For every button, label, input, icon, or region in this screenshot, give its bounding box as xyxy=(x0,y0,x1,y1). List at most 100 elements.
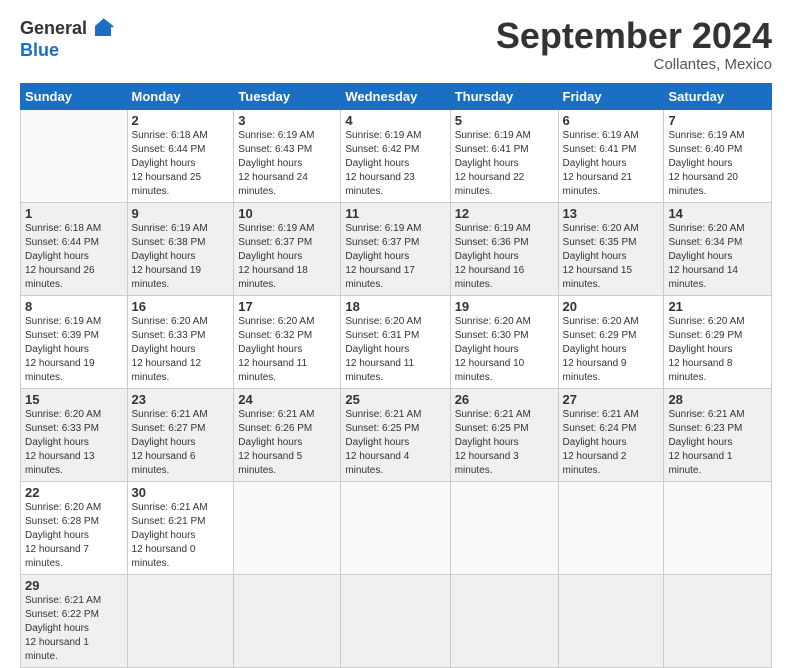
logo-icon xyxy=(91,16,115,40)
day-info: Sunrise: 6:21 AMSunset: 6:25 PMDaylight … xyxy=(345,409,421,476)
day-number: 22 xyxy=(25,485,123,500)
table-cell: 20Sunrise: 6:20 AMSunset: 6:29 PMDayligh… xyxy=(558,295,664,388)
table-cell xyxy=(234,481,341,574)
day-info: Sunrise: 6:21 AMSunset: 6:21 PMDaylight … xyxy=(132,502,208,569)
day-number: 16 xyxy=(132,299,230,314)
day-number: 18 xyxy=(345,299,445,314)
day-number: 8 xyxy=(25,299,123,314)
day-number: 2 xyxy=(132,113,230,128)
table-cell: 5 Sunrise: 6:19 AMSunset: 6:41 PMDaylight… xyxy=(450,109,558,202)
table-cell: 15 Sunrise: 6:20 AMSunset: 6:33 PMDayligh… xyxy=(21,388,128,481)
table-cell: 30 Sunrise: 6:21 AMSunset: 6:21 PMDayligh… xyxy=(127,481,234,574)
table-cell xyxy=(558,574,664,667)
day-info: Sunrise: 6:19 AMSunset: 6:36 PMDaylight … xyxy=(455,223,531,290)
table-cell xyxy=(341,574,450,667)
table-cell: 24 Sunrise: 6:21 AMSunset: 6:26 PMDayligh… xyxy=(234,388,341,481)
table-cell: 18 Sunrise: 6:20 AMSunset: 6:31 PMDayligh… xyxy=(341,295,450,388)
day-info: Sunrise: 6:19 AMSunset: 6:37 PMDaylight … xyxy=(345,223,421,290)
table-cell xyxy=(234,574,341,667)
day-info: Sunrise: 6:21 AMSunset: 6:26 PMDaylight … xyxy=(238,409,314,476)
table-cell: 19 Sunrise: 6:20 AMSunset: 6:30 PMDayligh… xyxy=(450,295,558,388)
col-tuesday: Tuesday xyxy=(234,83,341,109)
day-number: 30 xyxy=(132,485,230,500)
col-sunday: Sunday xyxy=(21,83,128,109)
table-cell xyxy=(21,109,128,202)
day-info: Sunrise: 6:20 AMSunset: 6:33 PMDaylight … xyxy=(25,409,101,476)
month-title: September 2024 xyxy=(496,16,772,56)
day-number: 29 xyxy=(25,578,123,593)
subtitle: Collantes, Mexico xyxy=(496,56,772,73)
day-info: Sunrise: 6:20 AMSunset: 6:31 PMDaylight … xyxy=(345,316,421,383)
table-cell: 28 Sunrise: 6:21 AMSunset: 6:23 PMDayligh… xyxy=(664,388,772,481)
calendar: Sunday Monday Tuesday Wednesday Thursday… xyxy=(20,83,772,668)
day-number: 17 xyxy=(238,299,336,314)
day-number: 11 xyxy=(345,206,445,221)
day-number: 4 xyxy=(345,113,445,128)
table-cell xyxy=(341,481,450,574)
col-thursday: Thursday xyxy=(450,83,558,109)
day-info: Sunrise: 6:20 AMSunset: 6:35 PMDaylight … xyxy=(563,223,639,290)
day-number: 27 xyxy=(563,392,660,407)
table-cell: 21Sunrise: 6:20 AMSunset: 6:29 PMDayligh… xyxy=(664,295,772,388)
day-info: Sunrise: 6:20 AMSunset: 6:28 PMDaylight … xyxy=(25,502,101,569)
table-cell xyxy=(127,574,234,667)
day-info: Sunrise: 6:19 AMSunset: 6:41 PMDaylight … xyxy=(563,130,639,197)
day-number: 6 xyxy=(563,113,660,128)
table-cell: 16Sunrise: 6:20 AMSunset: 6:33 PMDayligh… xyxy=(127,295,234,388)
table-cell xyxy=(450,481,558,574)
table-cell xyxy=(558,481,664,574)
day-number: 3 xyxy=(238,113,336,128)
table-cell: 14Sunrise: 6:20 AMSunset: 6:34 PMDayligh… xyxy=(664,202,772,295)
col-friday: Friday xyxy=(558,83,664,109)
day-number: 10 xyxy=(238,206,336,221)
logo-general: General xyxy=(20,18,87,39)
day-info: Sunrise: 6:21 AMSunset: 6:25 PMDaylight … xyxy=(455,409,531,476)
day-number: 7 xyxy=(668,113,767,128)
day-info: Sunrise: 6:19 AMSunset: 6:38 PMDaylight … xyxy=(132,223,208,290)
day-info: Sunrise: 6:20 AMSunset: 6:29 PMDaylight … xyxy=(563,316,639,383)
table-cell: 13Sunrise: 6:20 AMSunset: 6:35 PMDayligh… xyxy=(558,202,664,295)
table-cell: 8Sunrise: 6:19 AMSunset: 6:39 PMDaylight… xyxy=(21,295,128,388)
table-cell: 1 Sunrise: 6:18 AMSunset: 6:44 PMDaylight… xyxy=(21,202,128,295)
day-number: 25 xyxy=(345,392,445,407)
table-cell: 27Sunrise: 6:21 AMSunset: 6:24 PMDayligh… xyxy=(558,388,664,481)
day-info: Sunrise: 6:19 AMSunset: 6:37 PMDaylight … xyxy=(238,223,314,290)
table-cell: 10 Sunrise: 6:19 AMSunset: 6:37 PMDayligh… xyxy=(234,202,341,295)
table-cell: 11 Sunrise: 6:19 AMSunset: 6:37 PMDayligh… xyxy=(341,202,450,295)
day-number: 1 xyxy=(25,206,123,221)
table-cell: 4Sunrise: 6:19 AMSunset: 6:42 PMDaylight… xyxy=(341,109,450,202)
day-number: 24 xyxy=(238,392,336,407)
logo-blue: Blue xyxy=(20,40,59,61)
day-info: Sunrise: 6:19 AMSunset: 6:41 PMDaylight … xyxy=(455,130,531,197)
day-info: Sunrise: 6:19 AMSunset: 6:43 PMDaylight … xyxy=(238,130,314,197)
day-info: Sunrise: 6:20 AMSunset: 6:30 PMDaylight … xyxy=(455,316,531,383)
day-info: Sunrise: 6:20 AMSunset: 6:32 PMDaylight … xyxy=(238,316,314,383)
col-monday: Monday xyxy=(127,83,234,109)
table-cell: 3 Sunrise: 6:19 AMSunset: 6:43 PMDaylight… xyxy=(234,109,341,202)
day-number: 5 xyxy=(455,113,554,128)
table-cell: 7 Sunrise: 6:19 AMSunset: 6:40 PMDaylight… xyxy=(664,109,772,202)
day-info: Sunrise: 6:18 AMSunset: 6:44 PMDaylight … xyxy=(132,130,208,197)
day-number: 15 xyxy=(25,392,123,407)
col-wednesday: Wednesday xyxy=(341,83,450,109)
table-cell: 17 Sunrise: 6:20 AMSunset: 6:32 PMDayligh… xyxy=(234,295,341,388)
day-info: Sunrise: 6:21 AMSunset: 6:27 PMDaylight … xyxy=(132,409,208,476)
table-cell xyxy=(664,574,772,667)
day-number: 26 xyxy=(455,392,554,407)
table-cell: 6 Sunrise: 6:19 AMSunset: 6:41 PMDaylight… xyxy=(558,109,664,202)
title-block: September 2024 Collantes, Mexico xyxy=(496,16,772,73)
day-number: 28 xyxy=(668,392,767,407)
table-cell: 9 Sunrise: 6:19 AMSunset: 6:38 PMDaylight… xyxy=(127,202,234,295)
table-cell: 25 Sunrise: 6:21 AMSunset: 6:25 PMDayligh… xyxy=(341,388,450,481)
day-number: 23 xyxy=(132,392,230,407)
day-info: Sunrise: 6:19 AMSunset: 6:40 PMDaylight … xyxy=(668,130,744,197)
day-number: 19 xyxy=(455,299,554,314)
table-cell: 2 Sunrise: 6:18 AMSunset: 6:44 PMDaylight… xyxy=(127,109,234,202)
day-info: Sunrise: 6:21 AMSunset: 6:23 PMDaylight … xyxy=(668,409,744,476)
day-number: 12 xyxy=(455,206,554,221)
table-cell: 22 Sunrise: 6:20 AMSunset: 6:28 PMDayligh… xyxy=(21,481,128,574)
day-number: 9 xyxy=(132,206,230,221)
day-info: Sunrise: 6:18 AMSunset: 6:44 PMDaylight … xyxy=(25,223,101,290)
logo: General Blue xyxy=(20,16,115,61)
table-cell: 23 Sunrise: 6:21 AMSunset: 6:27 PMDayligh… xyxy=(127,388,234,481)
